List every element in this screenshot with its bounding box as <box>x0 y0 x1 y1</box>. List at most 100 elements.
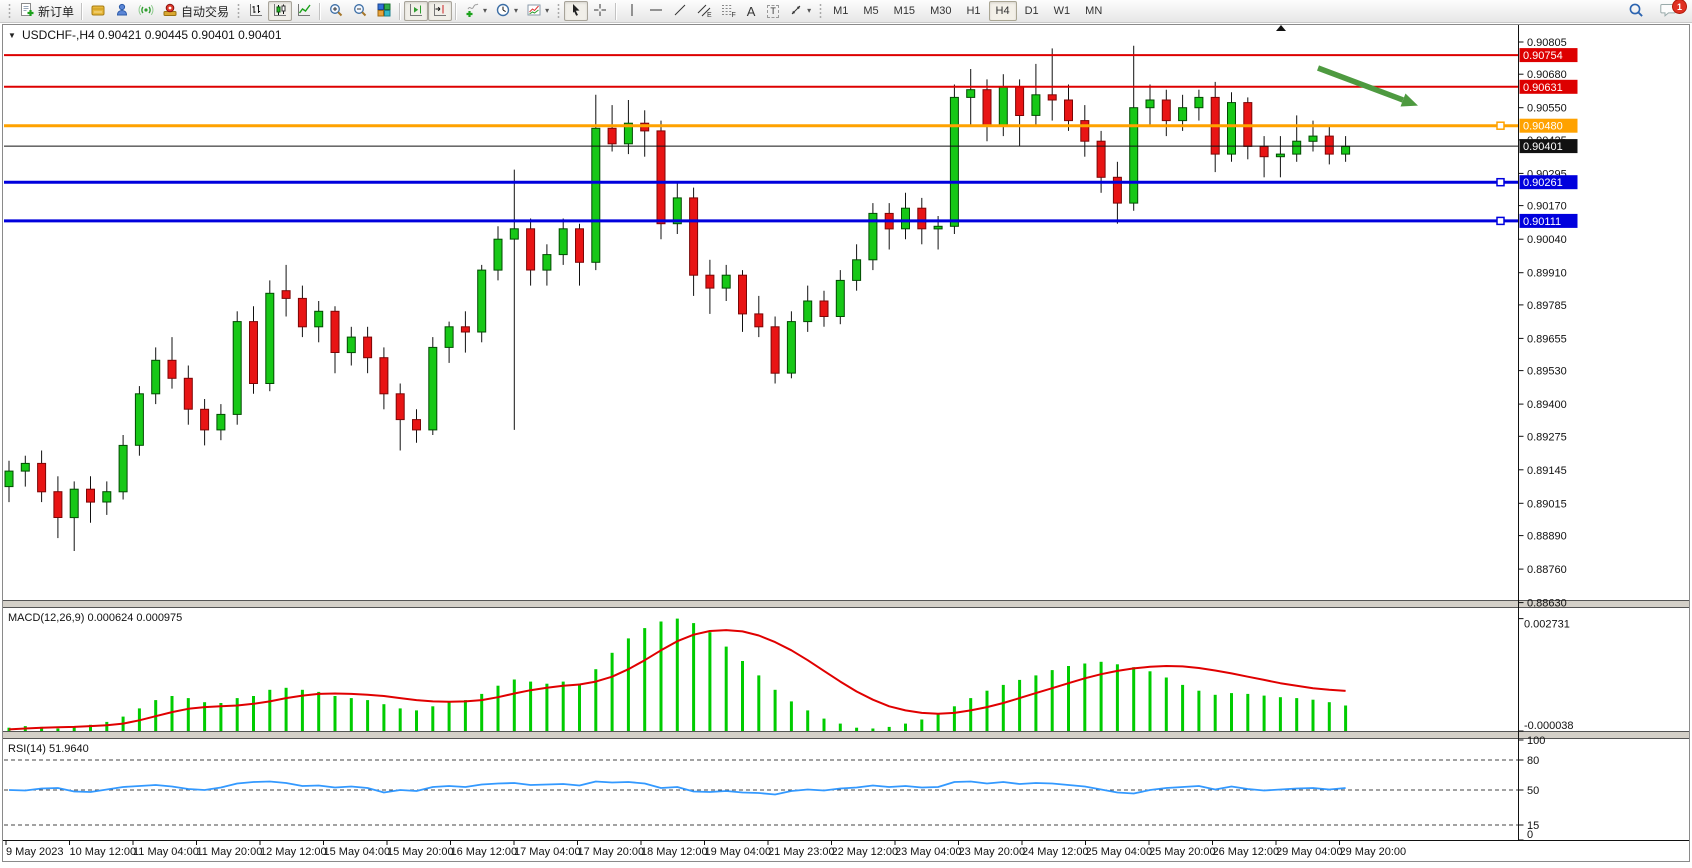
vertical-line-button[interactable] <box>620 1 644 21</box>
timeframe-h1[interactable]: H1 <box>959 1 987 21</box>
price-level-badge-label: 0.90261 <box>1523 177 1563 189</box>
macd-histogram-bar <box>627 638 630 731</box>
timeframe-group: M1M5M15M30H1H4D1W1MN <box>826 1 1109 21</box>
candle <box>1032 95 1040 116</box>
zoom-in-button[interactable] <box>324 1 348 21</box>
text-tool-button[interactable]: A <box>740 1 762 21</box>
chevron-down-icon[interactable]: ▾ <box>545 7 549 15</box>
candle <box>87 489 95 502</box>
chevron-down-icon[interactable]: ▾ <box>807 7 811 15</box>
pane-separator[interactable] <box>3 732 1689 738</box>
price-chart-canvas[interactable]: 0.908050.906800.905500.904250.902950.901… <box>0 0 1692 863</box>
toolbar-grip[interactable] <box>7 3 12 19</box>
timeframe-d1[interactable]: D1 <box>1018 1 1046 21</box>
trendline-button[interactable] <box>668 1 692 21</box>
zoom-out-button[interactable] <box>348 1 372 21</box>
candle <box>184 378 192 409</box>
timeframe-m15[interactable]: M15 <box>887 1 922 21</box>
timeframe-m30[interactable]: M30 <box>923 1 958 21</box>
template-icon <box>526 2 542 21</box>
candle <box>282 291 290 299</box>
candle <box>999 87 1007 126</box>
candle <box>21 463 29 471</box>
macd-histogram-bar <box>1246 694 1249 731</box>
macd-histogram-bar <box>236 698 239 731</box>
candle <box>315 311 323 327</box>
candle <box>1065 100 1073 121</box>
horizontal-line-button[interactable] <box>644 1 668 21</box>
rsi-tick-label: 50 <box>1527 785 1539 797</box>
fibonacci-button[interactable]: F <box>716 1 740 21</box>
crosshair-button[interactable] <box>588 1 612 21</box>
cursor-button[interactable] <box>564 1 588 21</box>
data-window-button[interactable] <box>110 1 134 21</box>
candle <box>592 128 600 262</box>
toolbar-grip[interactable] <box>818 3 823 19</box>
market-watch-button[interactable] <box>86 1 110 21</box>
macd-histogram-bar <box>741 661 744 731</box>
tile-windows-button[interactable] <box>372 1 396 21</box>
autotrading-label: 自动交易 <box>181 3 229 20</box>
time-label: 29 May 04:00 <box>1276 846 1343 858</box>
macd-histogram-bar <box>1002 685 1005 731</box>
macd-histogram-bar <box>1149 671 1152 731</box>
equidistant-channel-button[interactable]: E <box>692 1 716 21</box>
macd-histogram-bar <box>382 704 385 731</box>
text-tool-label: A <box>747 4 756 19</box>
candlestick-chart-button[interactable] <box>268 1 292 21</box>
macd-histogram-bar <box>708 632 711 731</box>
candle <box>510 229 518 239</box>
notification-count-badge: 1 <box>1672 0 1687 14</box>
macd-histogram-bar <box>1230 693 1233 731</box>
toolbar-grip[interactable] <box>236 3 241 19</box>
periods-button[interactable]: ▾ <box>491 1 522 21</box>
line-chart-button[interactable] <box>292 1 316 21</box>
time-label: 26 May 12:00 <box>1213 846 1280 858</box>
level-handle[interactable] <box>1497 217 1504 224</box>
chart-shift-button[interactable] <box>428 1 452 21</box>
notifications-button[interactable]: 1 <box>1655 1 1682 21</box>
timeframe-h4[interactable]: H4 <box>989 1 1017 21</box>
auto-scroll-button[interactable] <box>404 1 428 21</box>
chevron-down-icon[interactable]: ▾ <box>483 7 487 15</box>
toolbar-separator <box>81 3 83 20</box>
candle <box>152 360 160 394</box>
pane-separator[interactable] <box>3 601 1689 607</box>
templates-button[interactable]: ▾ <box>522 1 553 21</box>
new-order-button[interactable]: 新订单 <box>15 1 78 21</box>
timeframe-m5[interactable]: M5 <box>856 1 885 21</box>
macd-histogram-bar <box>953 706 956 731</box>
level-handle[interactable] <box>1497 122 1504 129</box>
text-label-button[interactable]: T <box>762 1 784 21</box>
timeframe-w1[interactable]: W1 <box>1047 1 1078 21</box>
candle <box>478 270 486 332</box>
arrows-icon <box>788 2 804 21</box>
macd-histogram-bar <box>692 623 695 731</box>
autotrading-button[interactable]: 自动交易 <box>158 1 233 21</box>
chart-window: 0.908050.906800.905500.904250.902950.901… <box>0 0 1692 868</box>
candle <box>934 226 942 229</box>
timeframe-m1[interactable]: M1 <box>826 1 855 21</box>
search-button[interactable] <box>1623 1 1649 21</box>
signals-button[interactable] <box>134 1 158 21</box>
candle <box>787 322 795 374</box>
arrows-tool-button[interactable]: ▾ <box>784 1 815 21</box>
macd-histogram-bar <box>920 720 923 732</box>
candle <box>1016 87 1024 115</box>
toolbar-grip[interactable] <box>556 3 561 19</box>
level-handle[interactable] <box>1497 179 1504 186</box>
candle <box>706 275 714 288</box>
trendline-icon <box>672 2 688 21</box>
time-label: 22 May 12:00 <box>832 846 899 858</box>
candlestick-icon <box>272 2 288 21</box>
bar-chart-button[interactable] <box>244 1 268 21</box>
timeframe-mn[interactable]: MN <box>1078 1 1109 21</box>
zoom-out-icon <box>352 2 368 21</box>
candle <box>1097 141 1105 177</box>
macd-histogram-bar <box>1344 706 1347 732</box>
indicators-button[interactable]: ▾ <box>460 1 491 21</box>
candle <box>266 293 274 383</box>
chevron-down-icon[interactable]: ▾ <box>514 7 518 15</box>
time-label: 24 May 12:00 <box>1022 846 1089 858</box>
macd-histogram-bar <box>871 729 874 732</box>
